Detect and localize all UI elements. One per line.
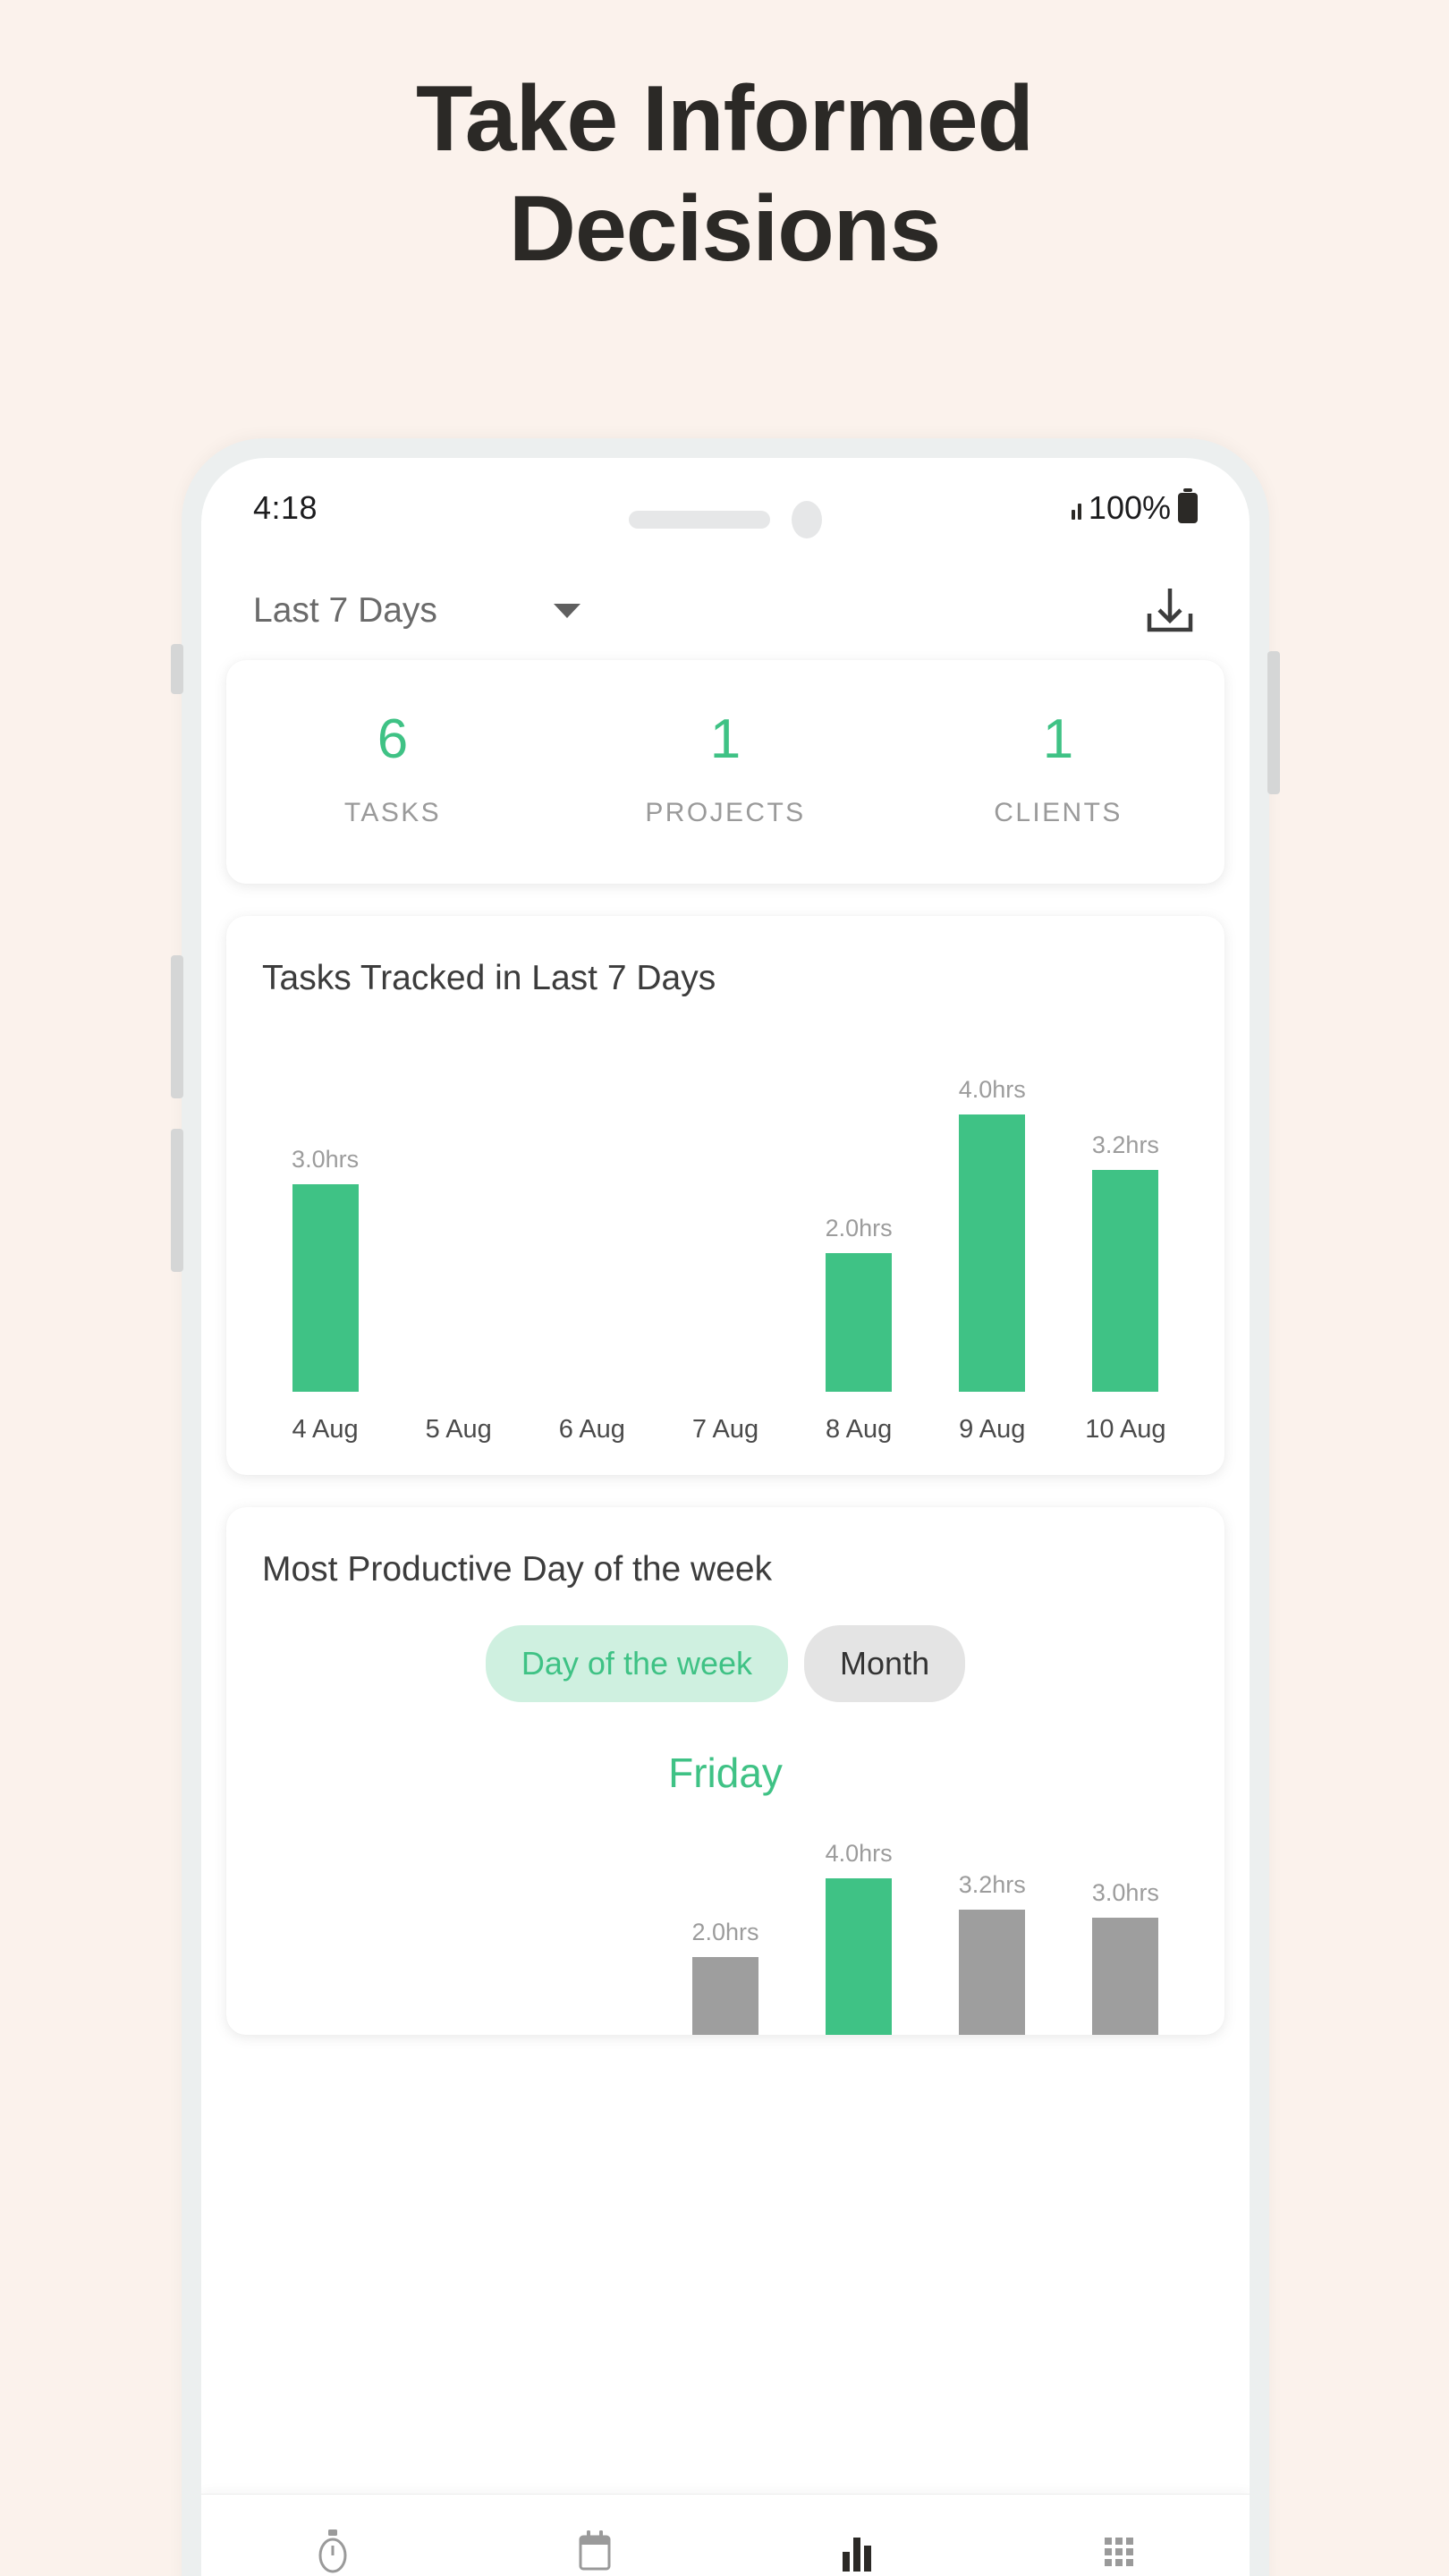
bar[interactable] <box>691 1956 758 2035</box>
bar[interactable] <box>292 1183 359 1392</box>
bar-value-label: 2.0hrs <box>825 1215 893 1241</box>
tab-more[interactable]: More <box>987 2528 1250 2576</box>
axis-tick-label: 7 Aug <box>691 1415 759 1444</box>
bar[interactable] <box>826 1878 893 2035</box>
tab-stats[interactable]: Stats <box>725 2528 987 2576</box>
status-bar: 4:18 100% <box>201 458 1250 558</box>
tasks-tracked-card: Tasks Tracked in Last 7 Days 3.0hrs 2.0hr… <box>226 916 1224 1475</box>
bar-column[interactable] <box>258 1838 392 2035</box>
bar-column[interactable]: 4.0hrs <box>792 1838 926 2035</box>
summary-cell-tasks[interactable]: 6 TASKS <box>226 712 559 828</box>
notch-camera-icon <box>792 501 822 538</box>
phone-frame: 4:18 100% Last 7 Days 6 TASKS 1 PROJECTS… <box>171 438 1280 2576</box>
bar-column[interactable]: 4.0hrs <box>926 1048 1059 1392</box>
date-range-select[interactable]: Last 7 Days <box>253 591 580 631</box>
bar-column[interactable] <box>658 1048 792 1392</box>
summary-label: CLIENTS <box>994 798 1123 827</box>
stopwatch-icon <box>312 2528 353 2576</box>
bar-value-label: 3.2hrs <box>958 1871 1026 1898</box>
page-title: Take Informed Decisions <box>0 64 1449 284</box>
bar[interactable] <box>1092 1170 1159 1392</box>
bar[interactable] <box>1092 1917 1159 2035</box>
battery-full-icon <box>1178 493 1198 523</box>
bar-value-label: 3.0hrs <box>1091 1878 1159 1906</box>
tasks-bar-chart: 3.0hrs 2.0hrs 4.0hrs 3.2hrs <box>258 1048 1192 1392</box>
bar-column[interactable]: 2.0hrs <box>658 1838 792 2035</box>
axis-tick-label: 10 Aug <box>1085 1415 1166 1444</box>
bar-column[interactable]: 3.0hrs <box>1059 1838 1192 2035</box>
status-clock: 4:18 <box>253 489 318 526</box>
bar-chart-icon <box>836 2528 877 2576</box>
summary-cell-projects[interactable]: 1 PROJECTS <box>559 712 892 828</box>
tab-calendar[interactable]: Calendar <box>463 2528 725 2576</box>
battery-percent-label: 100% <box>1088 489 1171 526</box>
headline-line-1: Take Informed <box>415 67 1034 171</box>
bar-column[interactable]: 3.2hrs <box>1059 1048 1192 1392</box>
summary-value: 1 <box>1042 708 1074 770</box>
card-title: Tasks Tracked in Last 7 Days <box>262 959 716 997</box>
bar-value-label: 3.2hrs <box>1091 1131 1159 1158</box>
date-range-label: Last 7 Days <box>253 591 437 630</box>
period-toggle-group: Day of the week Month <box>226 1625 1224 1702</box>
card-title: Most Productive Day of the week <box>262 1550 773 1589</box>
bar[interactable] <box>959 1910 1026 2035</box>
tab-track[interactable]: Track <box>201 2528 463 2576</box>
axis-tick-label: 4 Aug <box>292 1415 359 1444</box>
tab-month[interactable]: Month <box>804 1625 966 1702</box>
bar-column[interactable] <box>392 1048 525 1392</box>
bar-column[interactable] <box>392 1838 525 2035</box>
notch-speaker-icon <box>629 511 770 529</box>
calendar-icon <box>575 2528 614 2576</box>
bar-column[interactable]: 3.2hrs <box>926 1838 1059 2035</box>
productive-bar-chart: 2.0hrs 4.0hrs 3.2hrs 3.0hrs <box>258 1838 1192 2035</box>
headline-line-2: Decisions <box>508 176 941 281</box>
axis-tick-label: 8 Aug <box>826 1415 893 1444</box>
summary-card: 6 TASKS 1 PROJECTS 1 CLIENTS <box>226 660 1224 884</box>
bar[interactable] <box>959 1114 1026 1392</box>
tab-day-of-the-week[interactable]: Day of the week <box>485 1625 789 1702</box>
toolbar: Last 7 Days <box>201 558 1250 660</box>
bar-value-label: 2.0hrs <box>691 1918 759 1945</box>
tasks-bar-chart-axis: 4 Aug 5 Aug 6 Aug 7 Aug 8 Aug 9 Aug 10 Aug <box>258 1415 1192 1445</box>
export-button[interactable] <box>1142 583 1198 639</box>
bar-value-label: 4.0hrs <box>825 1840 893 1867</box>
bar[interactable] <box>826 1253 893 1392</box>
axis-tick-label: 9 Aug <box>959 1415 1026 1444</box>
promo-canvas: Take Informed Decisions 4:18 100% Last 7… <box>0 0 1449 2576</box>
summary-value: 1 <box>709 708 741 770</box>
bar-column[interactable] <box>525 1838 658 2035</box>
axis-tick-label: 6 Aug <box>558 1415 625 1444</box>
best-day-label: Friday <box>668 1750 783 1796</box>
most-productive-card: Most Productive Day of the week Day of t… <box>226 1507 1224 2035</box>
bar-column[interactable]: 2.0hrs <box>792 1048 926 1392</box>
volume-up-button[interactable] <box>171 955 183 1098</box>
signal-bars-icon <box>1071 496 1081 520</box>
summary-cell-clients[interactable]: 1 CLIENTS <box>892 712 1224 828</box>
status-indicators: 100% <box>1071 489 1198 527</box>
summary-value: 6 <box>377 708 409 770</box>
bottom-tab-bar: Track Calendar <box>201 2494 1250 2576</box>
bar-column[interactable]: 3.0hrs <box>258 1048 392 1392</box>
grid-dots-icon <box>1098 2528 1140 2576</box>
bar-value-label: 4.0hrs <box>958 1076 1026 1103</box>
bar-value-label: 3.0hrs <box>292 1145 360 1173</box>
power-button[interactable] <box>1267 651 1280 794</box>
volume-down-button[interactable] <box>171 1129 183 1272</box>
mute-switch[interactable] <box>171 644 183 694</box>
axis-tick-label: 5 Aug <box>425 1415 492 1444</box>
chevron-down-icon <box>553 604 580 618</box>
phone-screen: 4:18 100% Last 7 Days 6 TASKS 1 PROJECTS… <box>201 458 1250 2576</box>
summary-label: PROJECTS <box>645 798 806 827</box>
download-icon <box>1147 589 1193 632</box>
bar-column[interactable] <box>525 1048 658 1392</box>
summary-label: TASKS <box>343 798 442 827</box>
